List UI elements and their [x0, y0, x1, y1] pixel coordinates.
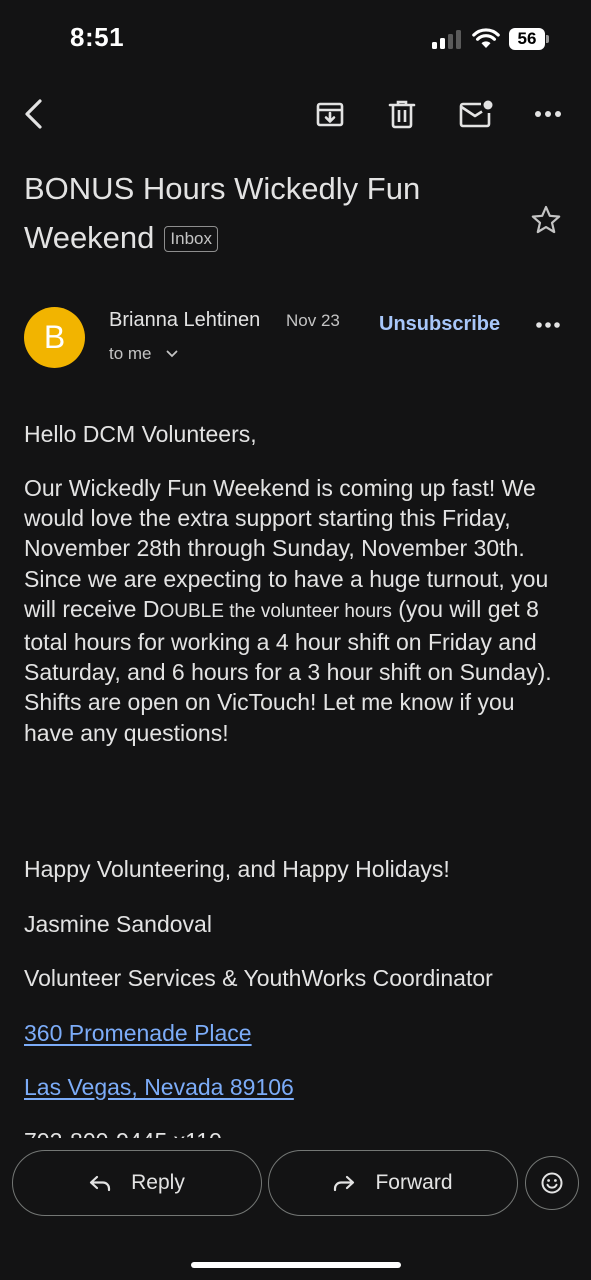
status-bar: 8:51 56 — [0, 0, 591, 78]
sender-date: Nov 23 — [286, 311, 340, 330]
sender-name: Brianna Lehtinen — [109, 309, 261, 331]
bottom-action-bar: Reply Forward — [0, 1142, 591, 1280]
battery-icon: 56 — [509, 28, 549, 50]
home-indicator[interactable] — [191, 1262, 401, 1268]
forward-button[interactable]: Forward — [268, 1150, 518, 1216]
sender-more-icon[interactable] — [528, 305, 568, 345]
inbox-label-chip[interactable]: Inbox — [164, 226, 218, 252]
sender-avatar[interactable]: B — [24, 307, 85, 368]
address-line2-link[interactable]: Las Vegas, Nevada 89106 — [24, 1072, 569, 1102]
email-greeting: Hello DCM Volunteers, — [24, 421, 257, 447]
email-toolbar — [0, 88, 591, 140]
signature-title: Volunteer Services & YouthWorks Coordina… — [24, 965, 493, 991]
chevron-down-icon — [166, 350, 177, 358]
address-line2[interactable]: Las Vegas, Nevada 89106 — [24, 1074, 294, 1100]
email-screen: 8:51 56 BONUS Hours Wickedly Fun Weekend… — [0, 0, 591, 1280]
recipient-text: to me — [109, 344, 152, 363]
address-line1[interactable]: 360 Promenade Place — [24, 1020, 252, 1046]
reply-label: Reply — [131, 1171, 185, 1194]
cellular-signal-icon — [432, 29, 462, 49]
double-hours-text: OUBLE the volunteer hours — [159, 600, 392, 622]
battery-level: 56 — [509, 28, 545, 50]
trash-icon[interactable] — [376, 88, 428, 140]
star-icon[interactable] — [526, 200, 566, 240]
signature-name: Jasmine Sandoval — [24, 911, 212, 937]
wifi-icon — [472, 27, 500, 49]
phone-partial: 702-800-9445 x110 — [24, 1126, 222, 1138]
emoji-reaction-button[interactable] — [525, 1156, 579, 1210]
subject-text: BONUS Hours Wickedly Fun Weekend — [24, 171, 421, 255]
email-closing: Happy Volunteering, and Happy Holidays! — [24, 856, 450, 882]
status-time: 8:51 — [70, 22, 125, 52]
forward-label: Forward — [375, 1171, 453, 1194]
email-body-paragraph: Our Wickedly Fun Weekend is coming up fa… — [24, 473, 569, 748]
back-arrow-icon[interactable] — [8, 88, 60, 140]
address-line1-link[interactable]: 360 Promenade Place — [24, 1018, 569, 1048]
reply-arrow-icon — [90, 1175, 111, 1192]
archive-icon[interactable] — [304, 88, 356, 140]
unsubscribe-link[interactable]: Unsubscribe — [379, 313, 500, 336]
smiley-icon — [541, 1172, 563, 1194]
double-d: D — [142, 595, 160, 622]
reply-button[interactable]: Reply — [12, 1150, 262, 1216]
forward-arrow-icon — [334, 1175, 355, 1192]
email-subject: BONUS Hours Wickedly Fun Weekend Inbox — [24, 164, 504, 262]
recipient-toggle[interactable]: to me — [109, 344, 178, 364]
more-horizontal-icon[interactable] — [522, 88, 574, 140]
phone-partial-wrap: 702-800-9445 x110 — [24, 1126, 569, 1138]
mark-unread-icon[interactable] — [450, 88, 502, 140]
